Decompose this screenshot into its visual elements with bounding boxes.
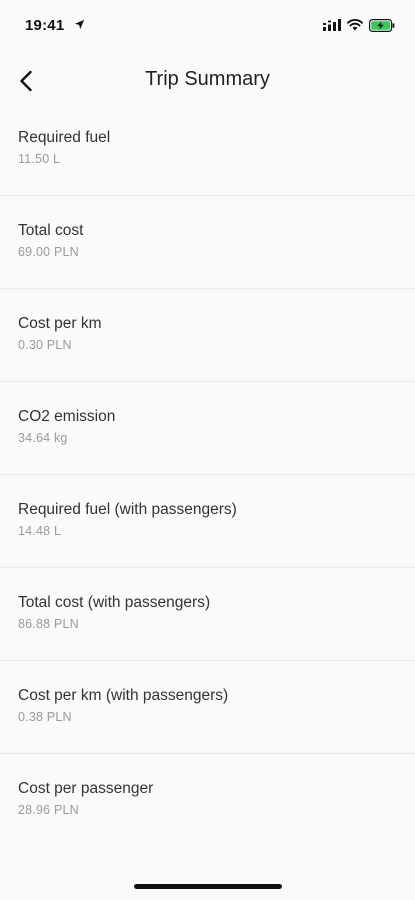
page-title: Trip Summary: [145, 68, 270, 90]
summary-row-total-cost: Total cost 69.00 PLN: [0, 196, 415, 289]
navigation-bar: Trip Summary: [0, 56, 415, 106]
row-value: 0.38 PLN: [18, 710, 72, 724]
row-label: Total cost (with passengers): [18, 594, 211, 611]
row-label: Total cost: [18, 222, 84, 239]
summary-row-cost-per-km-with-passengers: Cost per km (with passengers) 0.38 PLN: [0, 661, 415, 754]
summary-list: Required fuel 11.50 L Total cost 69.00 P…: [0, 103, 415, 847]
cellular-signal-icon: [323, 19, 341, 31]
row-value: 28.96 PLN: [18, 803, 79, 817]
row-label: CO2 emission: [18, 408, 116, 425]
row-value: 69.00 PLN: [18, 245, 79, 259]
row-label: Cost per km (with passengers): [18, 687, 229, 704]
status-time: 19:41: [25, 17, 65, 34]
row-value: 14.48 L: [18, 524, 62, 538]
status-icons: [323, 18, 395, 32]
summary-row-required-fuel-with-passengers: Required fuel (with passengers) 14.48 L: [0, 475, 415, 568]
summary-row-total-cost-with-passengers: Total cost (with passengers) 86.88 PLN: [0, 568, 415, 661]
row-label: Required fuel: [18, 129, 111, 146]
wifi-icon: [347, 19, 363, 31]
row-value: 86.88 PLN: [18, 617, 79, 631]
summary-row-required-fuel: Required fuel 11.50 L: [0, 103, 415, 196]
battery-charging-icon: [369, 18, 395, 32]
home-indicator[interactable]: [134, 884, 282, 889]
row-value: 11.50 L: [18, 152, 61, 166]
row-label: Required fuel (with passengers): [18, 501, 237, 518]
row-value: 34.64 kg: [18, 431, 68, 445]
summary-row-cost-per-km: Cost per km 0.30 PLN: [0, 289, 415, 382]
row-value: 0.30 PLN: [18, 338, 72, 352]
summary-row-co2-emission: CO2 emission 34.64 kg: [0, 382, 415, 475]
row-label: Cost per km: [18, 315, 102, 332]
summary-row-cost-per-passenger: Cost per passenger 28.96 PLN: [0, 754, 415, 847]
status-bar: 19:41: [0, 0, 415, 50]
row-label: Cost per passenger: [18, 780, 154, 797]
location-arrow-icon: [74, 19, 85, 30]
